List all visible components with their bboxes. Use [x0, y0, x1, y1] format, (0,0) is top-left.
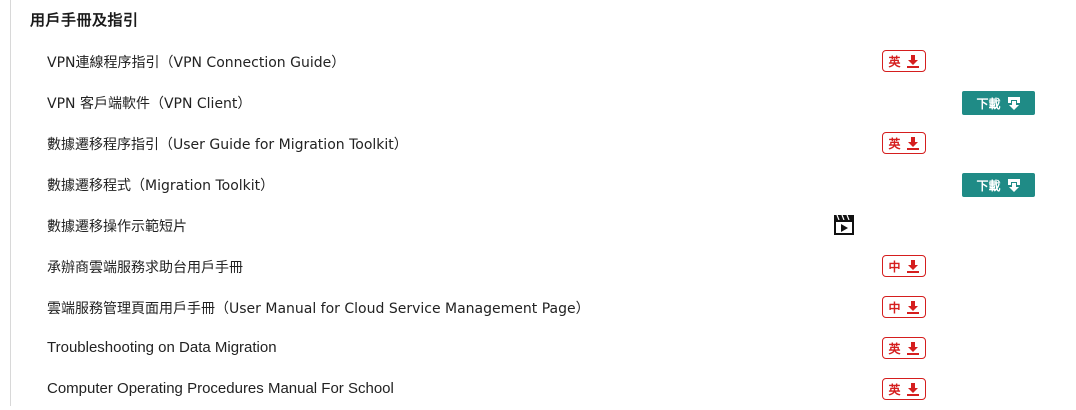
- list-item: Computer Operating Procedures Manual For…: [0, 369, 1076, 410]
- download-english-button[interactable]: 英: [882, 337, 926, 359]
- list-item: VPN 客戶端軟件（VPN Client） 下載: [0, 82, 1076, 123]
- download-box-icon: [1007, 96, 1020, 110]
- document-title: 承辦商雲端服務求助台用戶手冊: [47, 260, 243, 276]
- download-english-button[interactable]: 英: [882, 132, 926, 154]
- download-label: 下載: [976, 96, 1001, 111]
- download-button[interactable]: 下載: [962, 173, 1035, 197]
- language-label: 英: [888, 382, 901, 397]
- document-list: VPN連線程序指引（VPN Connection Guide） 英 VPN 客戶…: [0, 41, 1076, 410]
- document-title: VPN連線程序指引（VPN Connection Guide）: [47, 55, 346, 71]
- list-item: 數據遷移操作示範短片: [0, 205, 1076, 246]
- video-play-link[interactable]: [833, 214, 855, 240]
- list-item: Troubleshooting on Data Migration 英: [0, 328, 1076, 369]
- document-title: Computer Operating Procedures Manual For…: [47, 380, 394, 397]
- language-label: 英: [888, 341, 901, 356]
- download-english-button[interactable]: 英: [882, 378, 926, 400]
- language-label: 中: [888, 300, 901, 315]
- list-item: 數據遷移程序指引（User Guide for Migration Toolki…: [0, 123, 1076, 164]
- list-item: 承辦商雲端服務求助台用戶手冊 中: [0, 246, 1076, 287]
- document-title: 數據遷移操作示範短片: [47, 219, 187, 235]
- download-arrow-icon: [906, 260, 919, 273]
- download-chinese-button[interactable]: 中: [882, 296, 926, 318]
- document-title: 數據遷移程式（Migration Toolkit）: [47, 178, 275, 194]
- download-box-icon: [1007, 178, 1020, 192]
- document-title: 數據遷移程序指引（User Guide for Migration Toolki…: [47, 137, 408, 153]
- download-arrow-icon: [906, 55, 919, 68]
- language-label: 英: [888, 54, 901, 69]
- language-label: 英: [888, 136, 901, 151]
- list-item: 數據遷移程式（Migration Toolkit） 下載: [0, 164, 1076, 205]
- language-label: 中: [888, 259, 901, 274]
- list-item: 雲端服務管理頁面用戶手冊（User Manual for Cloud Servi…: [0, 287, 1076, 328]
- download-button[interactable]: 下載: [962, 91, 1035, 115]
- download-arrow-icon: [906, 342, 919, 355]
- video-clapper-icon: [834, 214, 854, 235]
- download-label: 下載: [976, 178, 1001, 193]
- section-title: 用戶手冊及指引: [30, 11, 139, 29]
- download-arrow-icon: [906, 301, 919, 314]
- download-arrow-icon: [906, 137, 919, 150]
- list-item: VPN連線程序指引（VPN Connection Guide） 英: [0, 41, 1076, 82]
- download-chinese-button[interactable]: 中: [882, 255, 926, 277]
- document-title: 雲端服務管理頁面用戶手冊（User Manual for Cloud Servi…: [47, 301, 590, 317]
- document-title: Troubleshooting on Data Migration: [47, 339, 277, 356]
- download-english-button[interactable]: 英: [882, 50, 926, 72]
- download-arrow-icon: [906, 383, 919, 396]
- document-title: VPN 客戶端軟件（VPN Client）: [47, 96, 252, 112]
